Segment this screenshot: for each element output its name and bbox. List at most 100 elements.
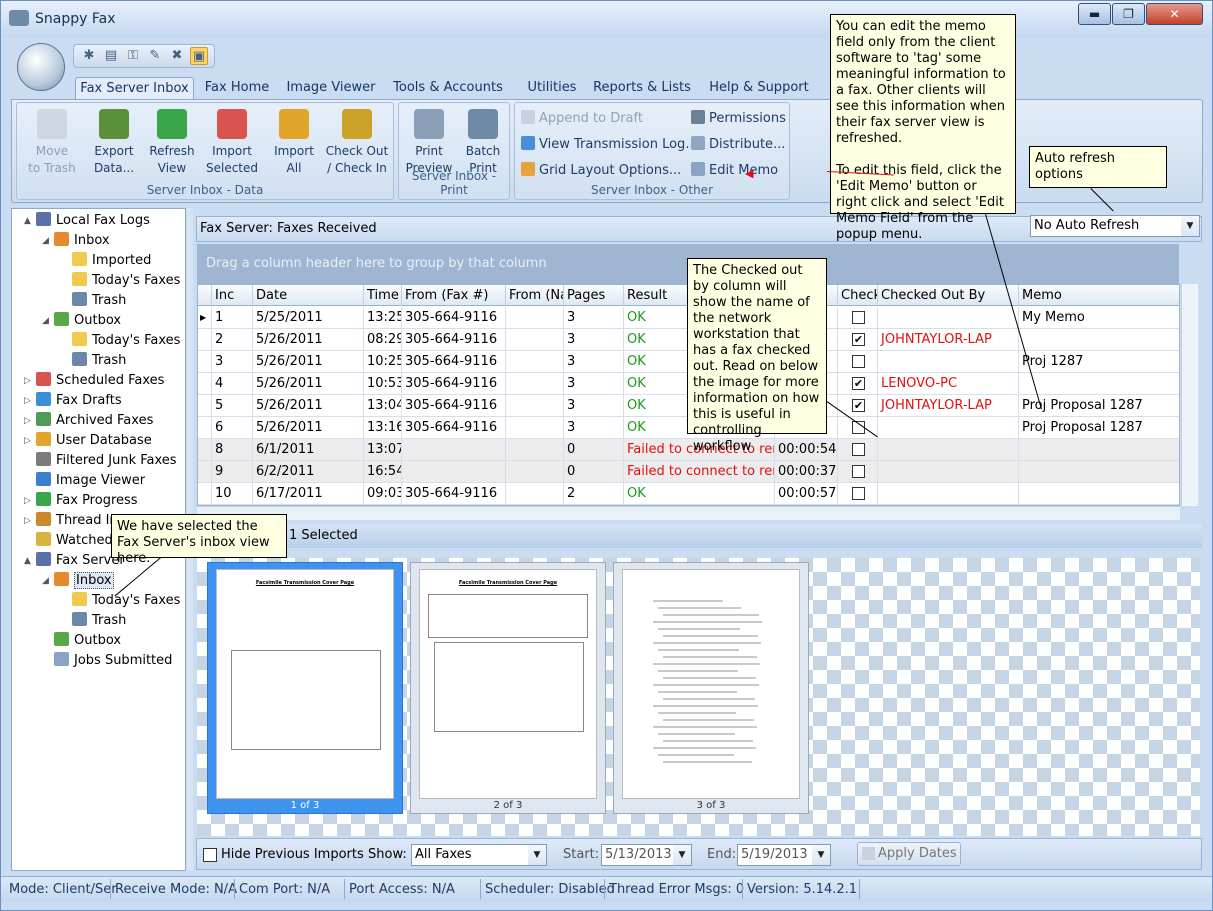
edit-icon[interactable]: ✎: [146, 47, 164, 65]
table-row[interactable]: 10 6/17/2011 09:03 305-664-9116 2 OK 00:00:57: [198, 483, 1179, 505]
checkout-checkbox[interactable]: ✔: [852, 399, 865, 412]
apply-dates-button[interactable]: Apply Dates: [857, 842, 961, 866]
expander-icon[interactable]: ▲: [24, 551, 31, 571]
tab-image-viewer[interactable]: Image Viewer: [286, 77, 376, 99]
column-header-check[interactable]: Check: [838, 285, 878, 306]
page-thumbnail[interactable]: Facsimile Transmission Cover Page 2 of 3: [410, 562, 606, 814]
text-line: [663, 656, 757, 658]
cell-from-name: [506, 307, 564, 329]
tab-utilities[interactable]: Utilities: [521, 77, 583, 99]
tree-item-inbox[interactable]: ◢ Inbox: [42, 231, 110, 251]
column-header-from-fax-[interactable]: From (Fax #): [402, 285, 506, 306]
expander-icon[interactable]: ▷: [24, 511, 31, 531]
tab-fax-home[interactable]: Fax Home: [199, 77, 275, 99]
tree-item-outbox[interactable]: ◢ Outbox: [42, 311, 121, 331]
column-header-from-na[interactable]: From (Na: [506, 285, 564, 306]
end-date-input[interactable]: 5/19/2013 ▼: [737, 844, 831, 866]
tree-item-trash[interactable]: Trash: [72, 611, 126, 631]
lock-icon[interactable]: ⚿: [124, 47, 142, 65]
tree-item-image-viewer[interactable]: Image Viewer: [36, 471, 145, 491]
column-header-date[interactable]: Date: [253, 285, 364, 306]
ribbon-button-moveto-trash[interactable]: Move to Trash: [23, 107, 81, 183]
calendar-icon: [36, 372, 51, 386]
tab-help-support[interactable]: Help & Support: [709, 77, 809, 99]
text-line: [653, 684, 759, 686]
expander-icon[interactable]: ▲: [24, 211, 31, 231]
report-icon[interactable]: ▣: [190, 47, 208, 65]
grid-navigator[interactable]: [197, 506, 1180, 520]
tree-item-watched[interactable]: Watched: [36, 531, 113, 551]
tree-item-local-fax-logs[interactable]: ▲ Local Fax Logs: [24, 211, 150, 231]
application-menu-button[interactable]: [17, 43, 65, 91]
tree-item-trash[interactable]: Trash: [72, 291, 126, 311]
grid-layout-options-button[interactable]: Grid Layout Options...: [521, 161, 681, 181]
column-header-checked-out-by[interactable]: Checked Out By: [878, 285, 1019, 306]
tree-item-scheduled-faxes[interactable]: ▷ Scheduled Faxes: [24, 371, 164, 391]
tree-item-imported[interactable]: Imported: [72, 251, 151, 271]
outbox-icon: [54, 312, 69, 326]
tree-item-archived-faxes[interactable]: ▷ Archived Faxes: [24, 411, 153, 431]
tree-item-trash[interactable]: Trash: [72, 351, 126, 371]
checkout-checkbox[interactable]: ✔: [852, 333, 865, 346]
tree-item-inbox[interactable]: ◢ Inbox: [42, 571, 114, 591]
tree-item-fax-drafts[interactable]: ▷ Fax Drafts: [24, 391, 122, 411]
view-transmission-log-button[interactable]: View Transmission Log...: [521, 135, 698, 155]
grid-vertical-scrollbar[interactable]: [1181, 284, 1198, 506]
tree-item-today-s-faxes[interactable]: Today's Faxes: [72, 331, 180, 351]
expander-icon[interactable]: ▷: [24, 391, 31, 411]
checkout-checkbox[interactable]: ✔: [852, 377, 865, 390]
delete-icon[interactable]: ✖: [168, 47, 186, 65]
ribbon-button-importselected[interactable]: Import Selected: [203, 107, 261, 183]
expander-icon[interactable]: ◢: [42, 311, 49, 331]
row-indicator: [198, 373, 212, 395]
ribbon-button-check-out-check-in[interactable]: Check Out / Check In: [323, 107, 391, 183]
tab-tools-accounts[interactable]: Tools & Accounts: [393, 77, 503, 99]
ribbon-button-refreshview[interactable]: Refresh View: [143, 107, 201, 183]
tree-item-filtered-junk-faxes[interactable]: Filtered Junk Faxes: [36, 451, 177, 471]
expander-icon[interactable]: ◢: [42, 231, 49, 251]
checkout-checkbox[interactable]: [852, 443, 865, 456]
append-to-draft-button[interactable]: Append to Draft: [521, 109, 643, 129]
settings-icon[interactable]: ✱: [80, 47, 98, 65]
permissions-button[interactable]: Permissions: [691, 109, 786, 129]
show-select[interactable]: All Faxes ▼: [411, 844, 547, 866]
table-row[interactable]: 86/1/201113:070Failed to connect to remo…: [198, 439, 1179, 461]
column-header-pages[interactable]: Pages: [564, 285, 624, 306]
column-header-memo[interactable]: Memo: [1019, 285, 1179, 306]
page-thumbnail[interactable]: Facsimile Transmission Cover Page 1 of 3: [207, 562, 403, 814]
checkout-checkbox[interactable]: [852, 487, 865, 500]
document-icon[interactable]: ▤: [102, 47, 120, 65]
checkout-checkbox[interactable]: [852, 311, 865, 324]
column-header-inc[interactable]: Inc: [212, 285, 253, 306]
ribbon-button-exportdata-[interactable]: Export Data...: [85, 107, 143, 183]
expander-icon[interactable]: ◢: [42, 571, 49, 591]
cell-result: Failed to connect to remo: [624, 461, 775, 483]
minimize-button[interactable]: ▬: [1078, 3, 1111, 25]
tree-item-user-database[interactable]: ▷ User Database: [24, 431, 152, 451]
page-thumbnail[interactable]: 3 of 3: [613, 562, 809, 814]
expander-icon[interactable]: ▷: [24, 491, 31, 511]
checkout-checkbox[interactable]: [852, 355, 865, 368]
expander-icon[interactable]: ▷: [24, 371, 31, 391]
column-header-time[interactable]: Time: [364, 285, 402, 306]
restore-button[interactable]: ❐: [1112, 3, 1145, 25]
tree-item-jobs-submitted[interactable]: Jobs Submitted: [54, 651, 172, 671]
expander-icon[interactable]: ▷: [24, 431, 31, 451]
tab-reports-lists[interactable]: Reports & Lists: [593, 77, 691, 99]
grid-indicator-header[interactable]: [198, 285, 212, 306]
auto-refresh-select[interactable]: No Auto Refresh ▼: [1030, 215, 1200, 237]
tree-item-today-s-faxes[interactable]: Today's Faxes: [72, 271, 180, 291]
hide-imports-checkbox[interactable]: [203, 848, 217, 862]
start-date-input[interactable]: 5/13/2013 ▼: [601, 844, 692, 866]
tree-item-outbox[interactable]: Outbox: [54, 631, 121, 651]
checkout-checkbox[interactable]: [852, 465, 865, 478]
close-button[interactable]: ✕: [1146, 3, 1203, 25]
tree-item-today-s-faxes[interactable]: Today's Faxes: [72, 591, 180, 611]
tab-fax-server-inbox[interactable]: Fax Server Inbox: [75, 77, 194, 99]
expander-icon[interactable]: ▷: [24, 411, 31, 431]
edit-memo-button[interactable]: Edit Memo: [691, 161, 778, 181]
ribbon-button-importall[interactable]: Import All: [265, 107, 323, 183]
tree-item-fax-progress[interactable]: ▷ Fax Progress: [24, 491, 138, 511]
table-row[interactable]: 96/2/201116:54 0Failed to connect to remo…: [198, 461, 1179, 483]
distribute-button[interactable]: Distribute...: [691, 135, 785, 155]
